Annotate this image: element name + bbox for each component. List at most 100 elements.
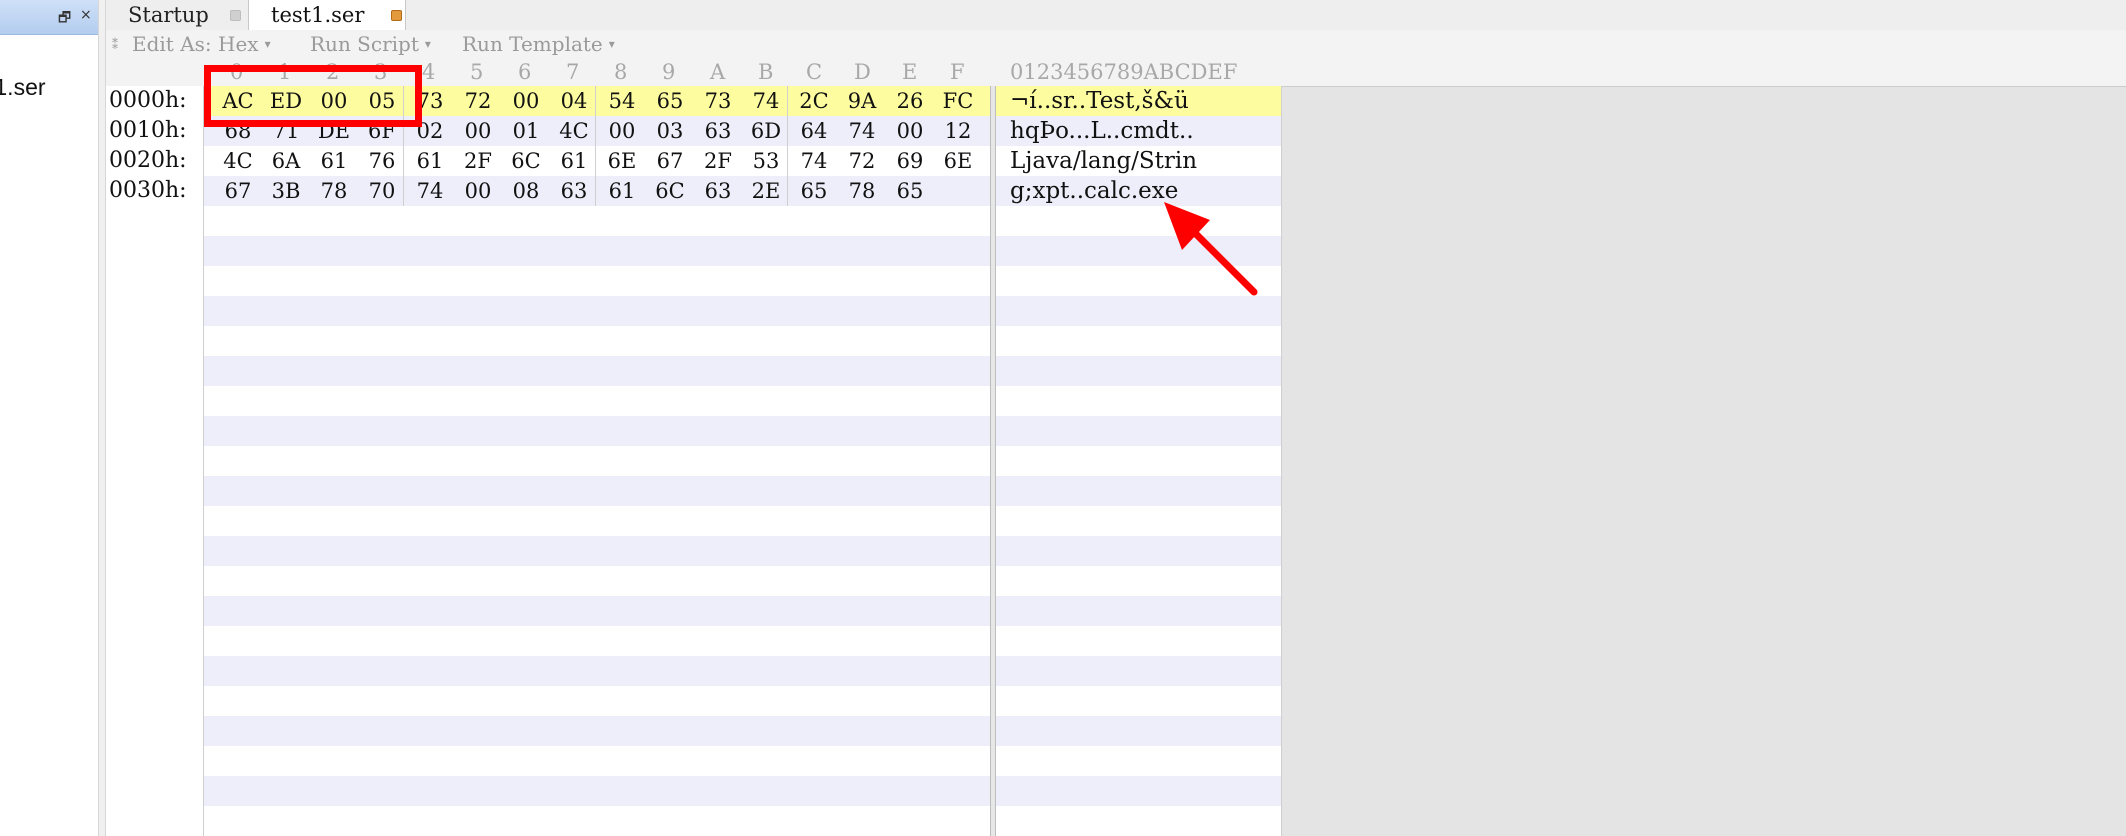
close-icon[interactable]: ×	[80, 7, 92, 23]
ascii-text-area[interactable]: ¬í..sr..Test,š&ü hqÞo...L..cmdt.. Ljava/la…	[996, 86, 1282, 836]
red-arrow-annotation	[1164, 202, 1258, 296]
address-column: 0000h: 0010h: 0020h: 0030h:	[106, 86, 204, 836]
hex-byte[interactable]: 6A	[262, 146, 310, 176]
hex-byte[interactable]: 74	[790, 146, 838, 176]
hex-byte[interactable]: 65	[646, 86, 694, 116]
ascii-text[interactable]: ¬í..sr..Test,š&ü	[1010, 86, 1189, 116]
hex-byte[interactable]: 67	[214, 176, 262, 206]
chevron-down-icon: ▾	[608, 37, 615, 51]
hex-byte[interactable]: 2F	[694, 146, 742, 176]
tab-label: test1.ser	[271, 3, 365, 27]
hex-byte[interactable]: 61	[310, 146, 358, 176]
ascii-text[interactable]: hqÞo...L..cmdt..	[1010, 116, 1194, 146]
hex-byte[interactable]: 6C	[646, 176, 694, 206]
hex-byte[interactable]: 53	[742, 146, 790, 176]
ascii-row[interactable]: ¬í..sr..Test,š&ü	[996, 86, 1281, 116]
run-script-button[interactable]: Run Script ▾	[310, 32, 431, 56]
hex-byte[interactable]: 4C	[550, 116, 598, 146]
hex-column-label: D	[854, 60, 871, 84]
hex-byte[interactable]: 64	[790, 116, 838, 146]
hex-byte[interactable]: 73	[694, 86, 742, 116]
hex-byte[interactable]: 00	[502, 86, 550, 116]
run-template-button[interactable]: Run Template ▾	[462, 32, 615, 56]
hex-byte[interactable]: 08	[502, 176, 550, 206]
hex-byte[interactable]: 78	[838, 176, 886, 206]
ascii-text[interactable]: Ljava/lang/Strin	[1010, 146, 1197, 176]
hex-byte[interactable]: 74	[742, 86, 790, 116]
hex-byte[interactable]: 61	[550, 146, 598, 176]
hex-byte[interactable]: 54	[598, 86, 646, 116]
hex-byte[interactable]: 2F	[454, 146, 502, 176]
hex-byte[interactable]: 6E	[598, 146, 646, 176]
byte-group-separator	[787, 86, 788, 206]
left-panel: 🗗 × t1.ser	[0, 0, 98, 836]
hex-byte[interactable]: 3B	[262, 176, 310, 206]
tab-close-icon[interactable]	[230, 10, 241, 21]
hex-byte[interactable]: 04	[550, 86, 598, 116]
hex-byte[interactable]: 61	[598, 176, 646, 206]
tab-label: Startup	[128, 3, 209, 27]
toolbar-grip-icon: ⁑	[112, 38, 118, 52]
hex-byte[interactable]: 72	[838, 146, 886, 176]
hex-byte[interactable]: 03	[646, 116, 694, 146]
hex-byte[interactable]: 00	[886, 116, 934, 146]
chevron-down-icon: ▾	[424, 37, 431, 51]
hex-byte[interactable]: 26	[886, 86, 934, 116]
panel-splitter[interactable]	[98, 0, 106, 836]
hex-byte[interactable]: 74	[838, 116, 886, 146]
hex-row[interactable]: 67 3B 78 70 74 00 08 63 61 6C 63 2E 65 78 65	[204, 176, 990, 206]
modified-file-icon[interactable]	[391, 10, 402, 21]
file-list-item[interactable]: t1.ser	[0, 74, 46, 101]
hex-editor: ⁑ Edit As: Hex ▾ Run Script ▾ Run Template…	[106, 30, 2126, 836]
hex-byte[interactable]: 74	[406, 176, 454, 206]
edit-as-button[interactable]: Edit As: Hex ▾	[132, 32, 271, 56]
hex-byte[interactable]: 2C	[790, 86, 838, 116]
hex-byte[interactable]: FC	[934, 86, 982, 116]
hex-byte[interactable]: 4C	[214, 146, 262, 176]
hex-byte[interactable]: 12	[934, 116, 982, 146]
hex-byte[interactable]: 61	[406, 146, 454, 176]
hex-byte[interactable]: 9A	[838, 86, 886, 116]
hex-byte[interactable]: 6E	[934, 146, 982, 176]
hex-byte[interactable]: 67	[646, 146, 694, 176]
hex-column-label: B	[758, 60, 774, 84]
row-address: 0000h:	[109, 88, 187, 113]
tab-test1-ser[interactable]: test1.ser	[248, 0, 406, 30]
hex-byte[interactable]: 63	[694, 176, 742, 206]
row-address: 0020h:	[109, 148, 187, 173]
hex-row[interactable]: 4C 6A 61 76 61 2F 6C 61 6E 67 2F 53 74 72 69 6E	[204, 146, 990, 176]
hex-column-label: 5	[470, 60, 484, 84]
hex-byte[interactable]: 00	[454, 116, 502, 146]
hex-column-label: 7	[566, 60, 580, 84]
hex-column-label: E	[902, 60, 918, 84]
hex-column-label: 8	[614, 60, 628, 84]
hex-column-label: 9	[662, 60, 676, 84]
restore-icon[interactable]: 🗗	[58, 7, 71, 31]
ascii-row[interactable]: hqÞo...L..cmdt..	[996, 116, 1281, 146]
tab-startup[interactable]: Startup	[106, 0, 248, 30]
hex-column-label: 6	[518, 60, 532, 84]
hex-column-label: 4	[422, 60, 436, 84]
hex-byte[interactable]: 63	[550, 176, 598, 206]
text-column-header: 0123456789ABCDEF	[1010, 60, 1238, 84]
hex-byte[interactable]: 00	[454, 176, 502, 206]
hex-byte[interactable]: 76	[358, 146, 406, 176]
hex-byte[interactable]: 63	[694, 116, 742, 146]
hex-byte[interactable]: 78	[310, 176, 358, 206]
magic-bytes-annotation-box	[204, 65, 422, 127]
hex-byte[interactable]: 2E	[742, 176, 790, 206]
row-address: 0010h:	[109, 118, 187, 143]
byte-group-separator	[595, 86, 596, 206]
hex-byte[interactable]: 72	[454, 86, 502, 116]
hex-byte[interactable]: 01	[502, 116, 550, 146]
hex-byte-area[interactable]: AC ED 00 05 73 72 00 04 54 65 73 74 2C 9A 26 FC 68 71 DE 6F…	[204, 86, 990, 836]
hex-byte[interactable]: 00	[598, 116, 646, 146]
hex-byte[interactable]: 65	[790, 176, 838, 206]
hex-byte[interactable]: 65	[886, 176, 934, 206]
hex-byte[interactable]: 70	[358, 176, 406, 206]
hex-byte[interactable]: 6D	[742, 116, 790, 146]
hex-byte[interactable]: 69	[886, 146, 934, 176]
hex-byte[interactable]: 6C	[502, 146, 550, 176]
hex-column-label: C	[806, 60, 823, 84]
ascii-row[interactable]: Ljava/lang/Strin	[996, 146, 1281, 176]
